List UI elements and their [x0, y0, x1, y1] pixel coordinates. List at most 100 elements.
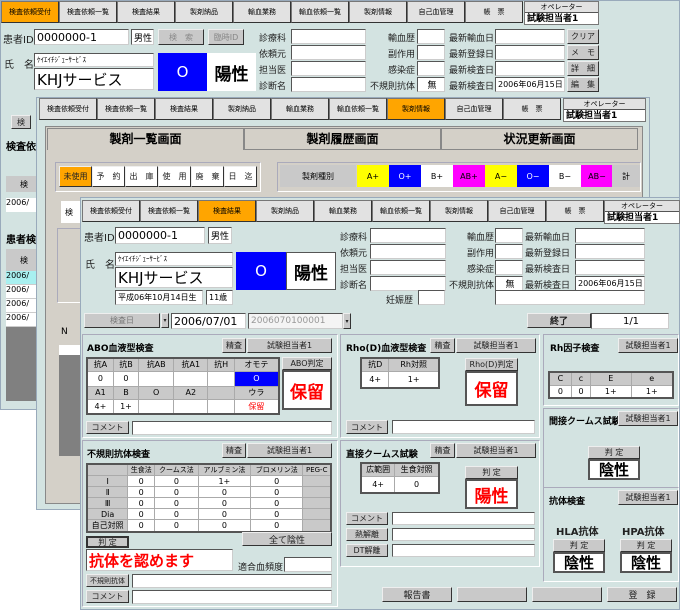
chevron-down-icon[interactable]: ▾	[343, 313, 351, 329]
abo-comment-button[interactable]: コメント	[86, 421, 129, 434]
table-cell[interactable]: 4+	[86, 398, 114, 415]
table-cell[interactable]	[207, 398, 235, 415]
table-cell[interactable]: 0	[570, 384, 592, 399]
table-cell[interactable]: 0	[250, 486, 304, 498]
test-date-input[interactable]: 2006/07/01	[171, 313, 246, 329]
field-input[interactable]	[370, 228, 446, 243]
table-cell[interactable]: 1+	[197, 475, 252, 487]
table-cell[interactable]: 0	[548, 384, 572, 399]
table-cell[interactable]: 保留	[233, 398, 280, 415]
table-cell[interactable]: 0	[197, 508, 252, 520]
field-input[interactable]: 2006年06月15日	[575, 276, 645, 291]
direct-coombs-detail-button[interactable]: 精査	[430, 443, 455, 458]
name-input[interactable]: KHJサービス	[115, 267, 233, 288]
table-cell[interactable]	[173, 370, 209, 387]
patient-id-input[interactable]: 0000000-1	[115, 227, 205, 244]
table-cell[interactable]	[138, 398, 175, 415]
table-cell[interactable]	[302, 519, 332, 533]
field-input[interactable]	[370, 260, 446, 275]
tab-0[interactable]: 検査依頼受付	[82, 200, 140, 222]
table-cell[interactable]: 0	[127, 475, 156, 487]
table-cell[interactable]: 0	[154, 519, 199, 533]
tab-8[interactable]: 帳 票	[546, 200, 604, 222]
table-cell[interactable]: 0	[197, 486, 252, 498]
rh-factor-tech-button[interactable]: 試験担当者1	[618, 338, 678, 353]
test-date-button[interactable]: 検査日	[84, 313, 160, 328]
irregular-comment-button[interactable]: コメント	[86, 590, 129, 603]
field-input[interactable]	[575, 260, 645, 275]
dt-elution-input[interactable]	[392, 544, 535, 557]
table-cell[interactable]: 1+	[630, 384, 674, 399]
table-cell[interactable]: 0	[197, 519, 252, 533]
table-cell[interactable]	[138, 370, 175, 387]
pregnancy-input[interactable]	[418, 290, 445, 305]
tab-3[interactable]: 製剤納品	[256, 200, 314, 222]
abo-comment-input[interactable]	[132, 421, 332, 435]
kana-input[interactable]: ｹｲｴｲﾁｼﾞｪｰｻｰﾋﾞｽ	[115, 252, 233, 266]
compat-input[interactable]	[284, 557, 332, 572]
field-input[interactable]	[495, 260, 523, 275]
dt-elution-button[interactable]: DT解離	[346, 544, 388, 557]
table-cell[interactable]: 0	[127, 497, 156, 509]
rhod-comment-input[interactable]	[392, 420, 535, 434]
table-cell[interactable]: 4+	[360, 370, 390, 389]
table-cell[interactable]: 1+	[590, 384, 632, 399]
rhod-detail-button[interactable]: 精査	[430, 338, 455, 353]
irregular-judge-button[interactable]: 判 定	[86, 536, 129, 548]
table-cell[interactable]: 0	[250, 508, 304, 520]
field-input[interactable]	[575, 244, 645, 259]
table-cell[interactable]: 0	[127, 508, 156, 520]
irregular-antibody-input[interactable]	[132, 574, 332, 588]
end-button[interactable]: 終了	[527, 313, 591, 328]
table-cell[interactable]: 0	[127, 486, 156, 498]
table-cell[interactable]: 4+	[360, 475, 396, 494]
table-cell[interactable]: 0	[394, 475, 440, 494]
field-input[interactable]	[575, 228, 645, 243]
table-cell[interactable]: 0	[154, 486, 199, 498]
table-cell[interactable]: 0	[86, 370, 114, 387]
table-cell[interactable]: 1+	[388, 370, 440, 389]
test-id-input[interactable]: 2006070100001	[248, 313, 343, 329]
chevron-down-icon[interactable]: ▾	[161, 313, 169, 328]
tab-4[interactable]: 輸血業務	[314, 200, 372, 222]
table-cell[interactable]: 0	[250, 475, 304, 487]
table-cell[interactable]	[302, 508, 332, 520]
tab-6[interactable]: 製剤情報	[430, 200, 488, 222]
direct-comment-button[interactable]: コメント	[346, 512, 388, 525]
bottom-button-1[interactable]	[457, 587, 527, 602]
field-input[interactable]	[370, 244, 446, 259]
indirect-coombs-tech-button[interactable]: 試験担当者1	[618, 411, 678, 426]
table-cell[interactable]: 0	[112, 370, 140, 387]
note-input[interactable]	[495, 290, 645, 305]
table-cell[interactable]: 0	[127, 519, 156, 533]
table-cell[interactable]	[207, 370, 235, 387]
table-cell[interactable]: 0	[250, 497, 304, 509]
tab-5[interactable]: 輸血依頼一覧	[372, 200, 430, 222]
table-cell[interactable]: 0	[154, 508, 199, 520]
all-negative-button[interactable]: 全て陰性	[242, 532, 332, 546]
table-cell[interactable]	[302, 475, 332, 487]
direct-coombs-tech-button[interactable]: 試験担当者1	[456, 443, 536, 458]
abo-detail-button[interactable]: 精査	[222, 338, 246, 353]
table-cell[interactable]: 0	[154, 475, 199, 487]
irregular-detail-button[interactable]: 精査	[222, 443, 246, 458]
table-cell[interactable]	[302, 486, 332, 498]
table-cell[interactable]: O	[233, 370, 280, 387]
rhod-comment-button[interactable]: コメント	[346, 420, 388, 434]
tab-1[interactable]: 検査依頼一覧	[140, 200, 198, 222]
table-cell[interactable]	[302, 497, 332, 509]
table-cell[interactable]: 0	[250, 519, 304, 533]
irregular-antibody-button[interactable]: 不規則抗体	[86, 574, 129, 587]
abo-tech-button[interactable]: 試験担当者1	[247, 338, 332, 353]
irregular-comment-input[interactable]	[132, 590, 332, 604]
field-input[interactable]	[495, 228, 523, 243]
field-input[interactable]: 無	[495, 276, 523, 291]
heat-elution-input[interactable]	[392, 528, 535, 541]
bottom-button-3[interactable]: 登 録	[607, 587, 677, 602]
table-cell[interactable]	[173, 398, 209, 415]
bottom-button-2[interactable]	[532, 587, 602, 602]
tab-7[interactable]: 自己血管理	[488, 200, 546, 222]
irregular-tech-button[interactable]: 試験担当者1	[247, 443, 332, 458]
direct-comment-input[interactable]	[392, 512, 535, 525]
field-input[interactable]	[495, 244, 523, 259]
